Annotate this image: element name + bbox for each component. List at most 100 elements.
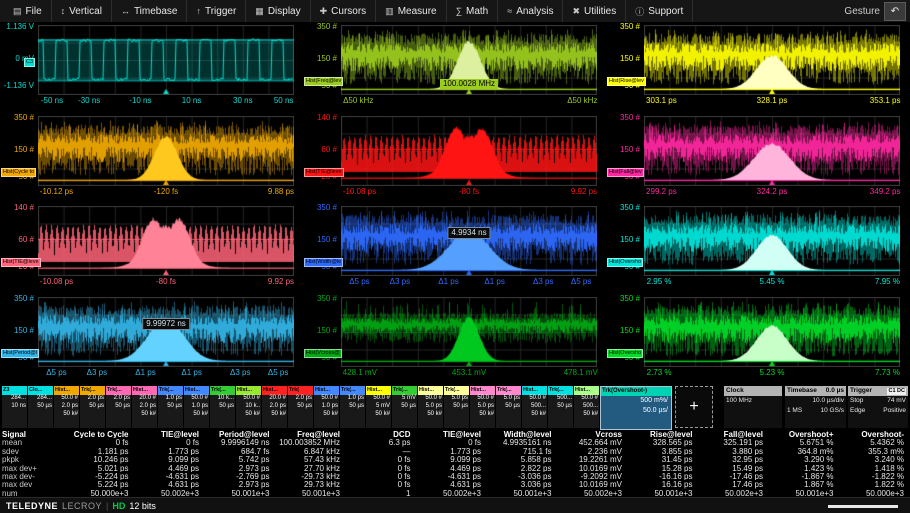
trace-tag-c3[interactable]: C3 <box>24 58 35 67</box>
menu-cursors[interactable]: ✚Cursors <box>311 0 377 22</box>
descriptor-box-5[interactable]: Hist...20.0 #2.0 ps50 k# <box>132 386 157 428</box>
trace-tag-hist-fall[interactable]: Hist(Fall@lev <box>607 168 644 177</box>
oscilloscope-screen: ▤File↕Vertical↔Timebase↑Trigger▦Display✚… <box>0 0 910 513</box>
timebase-box[interactable]: Timebase 0.0 µs 10.0 µs/div 1 MS 10 GS/s <box>785 386 846 428</box>
waveform-hist-period[interactable] <box>38 297 294 367</box>
trace-tag-hist-period[interactable]: Hist(Period@l <box>1 349 39 358</box>
waveform-hist-cycle[interactable] <box>38 116 294 186</box>
waveform-c3[interactable] <box>38 25 294 95</box>
descriptor-value: 500... <box>522 403 547 411</box>
menu-analysis[interactable]: ≈Analysis <box>498 0 563 22</box>
menu-file[interactable]: ▤File <box>4 0 52 22</box>
descriptor-box-21[interactable]: Trk(...500...50 µs <box>548 386 573 428</box>
descriptor-value: 50.0 # <box>236 395 261 403</box>
descriptor-value: 2.0 ps <box>106 395 131 403</box>
x-axis-label: Δ3 ps <box>533 277 553 286</box>
trace-tag-hist-vcross[interactable]: Hist(Vcross@ <box>304 349 342 358</box>
descriptor-box-0[interactable]: Z3284...10 ns <box>2 386 27 428</box>
waveform-hist-overshoot-neg[interactable] <box>644 297 900 367</box>
descriptor-box-2[interactable]: Hist...50.0 #2.0 ps50 k# <box>54 386 79 428</box>
menu-math[interactable]: ∑Math <box>447 0 499 22</box>
descriptor-box-9[interactable]: Hist...50.0 #10 k..50 k# <box>236 386 261 428</box>
descriptor-box-10[interactable]: Hist...20.0 #2.0 ps50 k# <box>262 386 287 428</box>
table-cell: 32.95 ps <box>697 455 768 463</box>
descriptor-box-18[interactable]: Hist...50.0 #5.0 ps50 k# <box>470 386 495 428</box>
descriptor-box-7[interactable]: Hist...50.0 #1.0 ps50 k# <box>184 386 209 428</box>
table-cell: 1.181 ps <box>62 447 133 455</box>
descriptor-box-14[interactable]: Hist...50.0 #5 mV50 k# <box>366 386 391 428</box>
trace-tag-hist-tie-red[interactable]: Hist(TIE@leve <box>304 168 344 177</box>
menu-display[interactable]: ▦Display <box>246 0 310 22</box>
descriptor-box-1[interactable]: Clo...284...50 µs <box>28 386 53 428</box>
menu-timebase[interactable]: ↔Timebase <box>112 0 188 22</box>
descriptor-box-13[interactable]: Trk(...1.0 ps50 µs <box>340 386 365 428</box>
descriptor-box-22[interactable]: Hist...50.0 #500...50 k# <box>574 386 599 428</box>
trace-tag-hist-freq[interactable]: Hist(Freq@lev <box>304 77 343 86</box>
trace-tag-hist-overshoot-neg[interactable]: Hist(Oversho <box>607 349 643 358</box>
descriptor-value: 50 µs <box>80 403 105 411</box>
descriptor-box-8[interactable]: Trk(...10 k...50 µs <box>210 386 235 428</box>
y-axis-label: 150 # <box>0 327 34 335</box>
menu-utilities[interactable]: ✖Utilities <box>563 0 626 22</box>
x-axis-label: Δ1 ps <box>181 368 201 377</box>
descriptor-box-11[interactable]: Trk(2.0 ps50 µs <box>288 386 313 428</box>
descriptor-box-23-selected[interactable]: Trk(Overshoot-)500 m%/50.0 µs/ <box>600 386 672 430</box>
menu-support[interactable]: ⓘ Support <box>626 0 693 22</box>
table-cell: -9.2092 mV <box>556 472 627 480</box>
waveform-hist-vcross[interactable] <box>341 297 597 367</box>
waveform-hist-overshoot-pos[interactable] <box>644 206 900 276</box>
menu-trigger[interactable]: ↑Trigger <box>187 0 246 22</box>
descriptor-box-4[interactable]: Trk(...2.0 ps50 µs <box>106 386 131 428</box>
descriptor-box-20[interactable]: Hist...50.0 #500...50 k# <box>522 386 547 428</box>
waveform-hist-rise[interactable] <box>644 25 900 95</box>
descriptor-box-12[interactable]: Hist...50.0 #1.0 ps50 k# <box>314 386 339 428</box>
menu-vertical[interactable]: ↕Vertical <box>52 0 112 22</box>
descriptor-header: Hist... <box>54 386 79 395</box>
table-cell: 2.236 mV <box>556 447 627 455</box>
y-axis-label: 350 # <box>606 23 640 31</box>
menu-label: Analysis <box>516 6 553 17</box>
menu-measure[interactable]: ▥Measure <box>376 0 446 22</box>
table-cell: -1.822 % <box>838 472 909 480</box>
value-badge-hist-width: 4.9934 ns <box>447 227 490 239</box>
table-cell: -3.036 ps <box>485 472 556 480</box>
waveform-hist-tie-red[interactable] <box>341 116 597 186</box>
trace-tag-hist-cycle[interactable]: Hist(Cycle to <box>1 168 36 177</box>
trace-tag-hist-rise[interactable]: Hist(Rise@lev <box>607 77 646 86</box>
table-header-0: Signal <box>2 430 62 438</box>
descriptor-box-15[interactable]: Trk(...5 mV50 µs <box>392 386 417 428</box>
waveform-hist-fall[interactable] <box>644 116 900 186</box>
x-axis-label: Δ5 ps <box>46 368 66 377</box>
waveform-hist-width[interactable] <box>341 206 597 276</box>
trigger-box[interactable]: Trigger C1 DC Stop 74 mV Edge Positive <box>848 386 908 428</box>
table-cell: 355.3 m% <box>838 447 909 455</box>
x-axis-label: 5.23 % <box>760 368 785 377</box>
table-cell: -1.867 % <box>767 472 838 480</box>
trace-tag-hist-width[interactable]: Hist(Width@le <box>304 258 343 267</box>
timebase-scale: 10.0 µs/div <box>812 396 844 406</box>
descriptor-value: 10 k.. <box>236 403 261 411</box>
descriptor-box-3[interactable]: Trk(...2.0 ps50 µs <box>80 386 105 428</box>
descriptor-box-17[interactable]: Trk(...5.0 ps50 µs <box>444 386 469 428</box>
support-icon: ⓘ <box>635 5 644 18</box>
menu-label: Support <box>648 6 683 17</box>
descriptor-box-6[interactable]: Trk(...1.0 ps50 µs <box>158 386 183 428</box>
x-axis-label: 30 ns <box>233 96 253 105</box>
y-axis-label: 350 # <box>606 204 640 212</box>
descriptor-header: Trk(... <box>340 386 365 395</box>
x-axis-label: 353.1 ps <box>870 96 901 105</box>
descriptor-box-19[interactable]: Trk(...5.0 ps50 µs <box>496 386 521 428</box>
table-header-1: Cycle to Cycle <box>62 430 133 438</box>
descriptor-value: 20.0 # <box>132 395 157 403</box>
descriptor-box-16[interactable]: Hist...50.0 #5.0 ps50 k# <box>418 386 443 428</box>
trace-tag-hist-overshoot-pos[interactable]: Hist(Oversho <box>607 258 643 267</box>
table-cell: 5.224 ps <box>62 480 133 488</box>
descriptor-value: 50 µs <box>210 403 235 411</box>
trigger-type: Edge <box>850 406 865 416</box>
descriptor-value: 5.0 ps <box>444 395 469 403</box>
add-trace-button[interactable]: + <box>675 386 713 428</box>
waveform-hist-tie-pink[interactable] <box>38 206 294 276</box>
trace-tag-hist-tie-pink[interactable]: Hist(TIE@leve <box>1 258 41 267</box>
gesture-undo-button[interactable]: ↶ <box>884 2 906 21</box>
clock-box[interactable]: Clock 100 MHz <box>724 386 782 428</box>
